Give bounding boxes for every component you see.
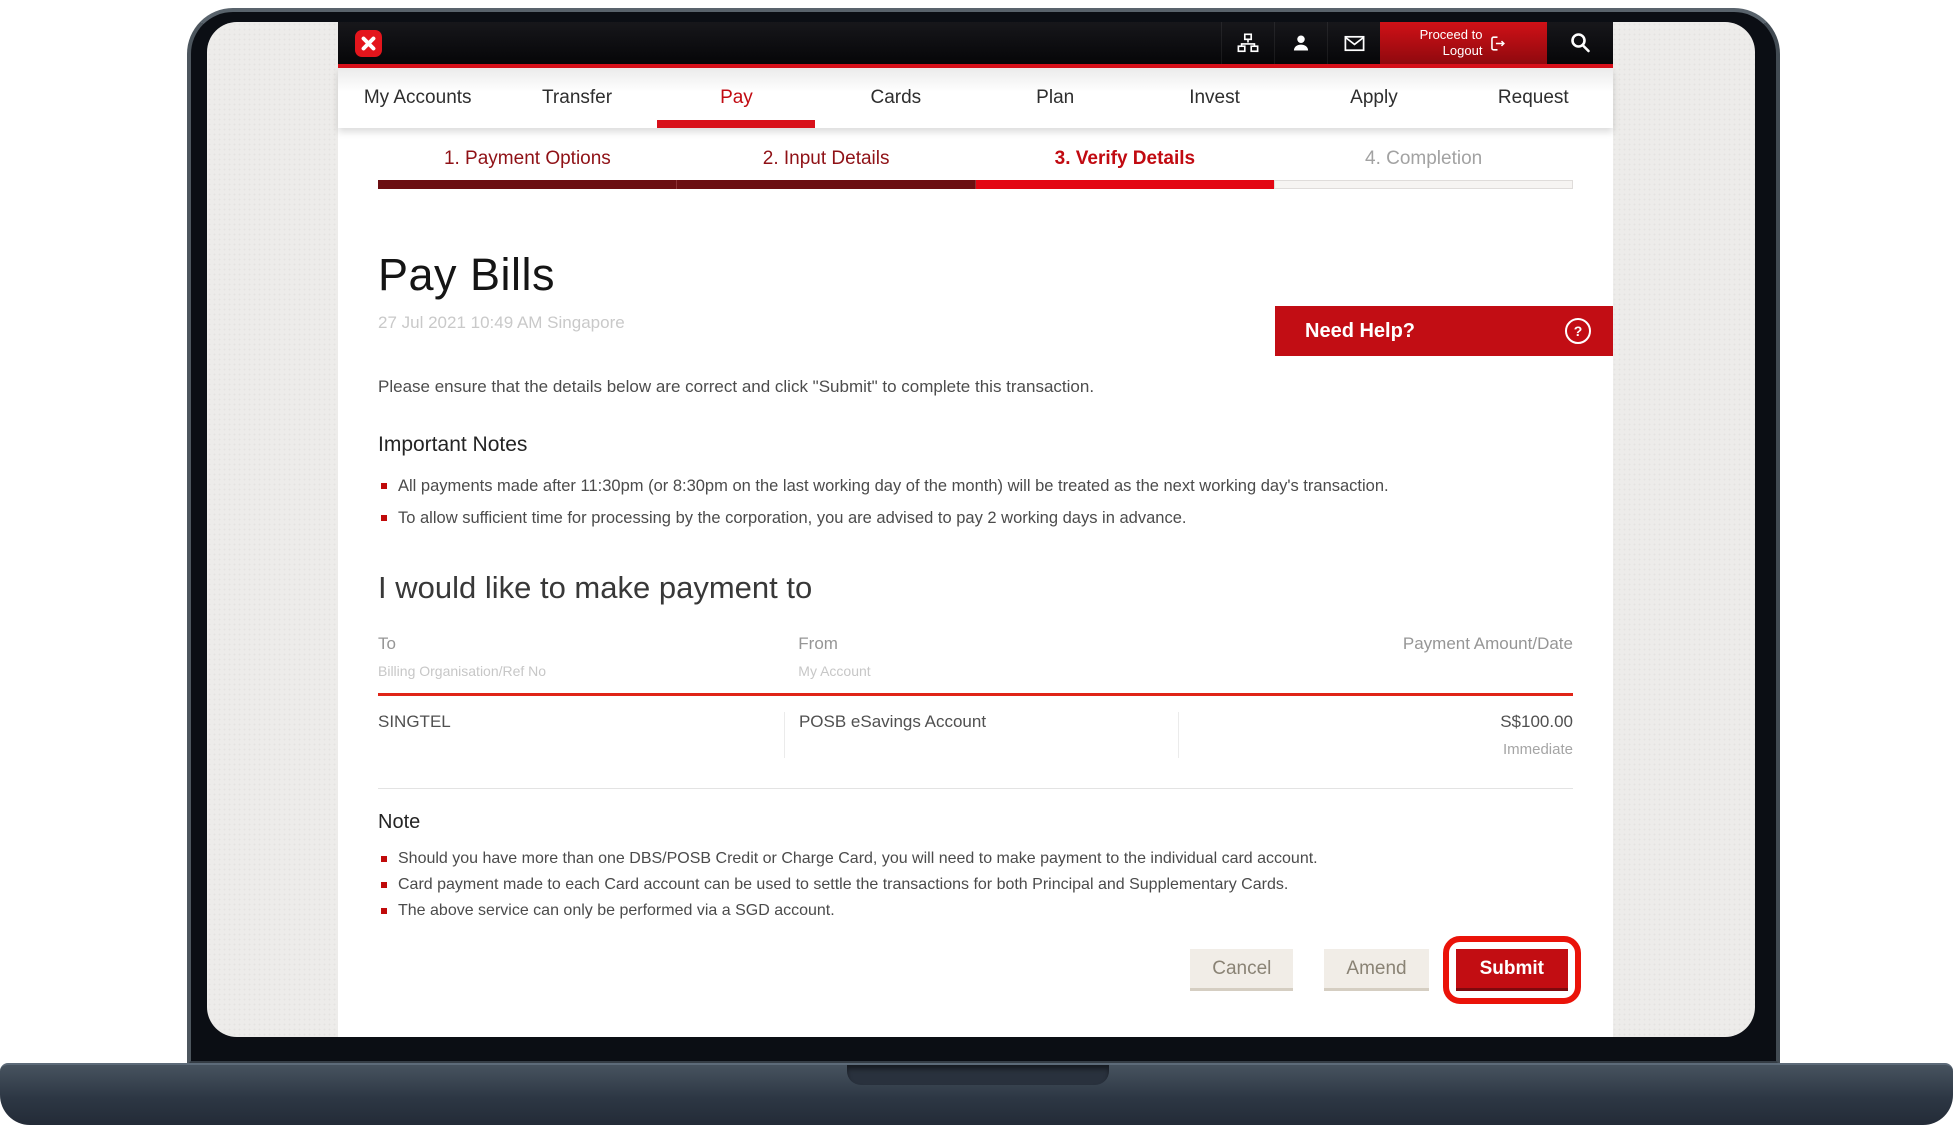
- search-icon[interactable]: [1547, 22, 1613, 64]
- payment-date-value: Immediate: [1179, 741, 1573, 758]
- logo-x-glyph: [360, 35, 377, 52]
- submit-button[interactable]: Submit: [1456, 949, 1568, 991]
- step-label: 1. Payment Options: [378, 148, 677, 180]
- nav-invest[interactable]: Invest: [1135, 68, 1294, 128]
- col-to-subtitle: Billing Organisation/Ref No: [378, 663, 784, 679]
- help-question-icon: ?: [1565, 318, 1591, 344]
- need-help-label: Need Help?: [1305, 320, 1415, 343]
- step-completion: 4. Completion: [1274, 148, 1573, 189]
- step-bar-current: [976, 180, 1275, 189]
- payment-table: To Billing Organisation/Ref No From My A…: [378, 634, 1573, 789]
- note-heading: Note: [378, 811, 1573, 834]
- important-note-item: To allow sufficient time for processing …: [378, 509, 1573, 528]
- page-content: Need Help? ? Pay Bills 27 Jul 2021 10:49…: [338, 249, 1613, 1004]
- laptop-base: [0, 1063, 1953, 1125]
- col-to-title: To: [378, 634, 784, 654]
- proceed-to-logout-button[interactable]: Proceed to Logout: [1380, 22, 1547, 64]
- amount-value: S$100.00: [1179, 712, 1573, 732]
- nav-request[interactable]: Request: [1454, 68, 1613, 128]
- step-label: 4. Completion: [1274, 148, 1573, 180]
- logout-label-line2: Logout: [1420, 43, 1483, 59]
- nav-cards[interactable]: Cards: [816, 68, 975, 128]
- nav-label: Transfer: [542, 87, 612, 109]
- step-bar-done: [378, 180, 677, 189]
- nav-label: Apply: [1350, 87, 1398, 109]
- nav-plan[interactable]: Plan: [976, 68, 1135, 128]
- step-label: 2. Input Details: [677, 148, 976, 180]
- logout-icon: [1488, 34, 1507, 53]
- payee-value: SINGTEL: [378, 712, 784, 732]
- nav-label: My Accounts: [364, 87, 472, 109]
- top-utility-bar: Proceed to Logout: [338, 22, 1613, 64]
- col-from-title: From: [798, 634, 1178, 654]
- step-input-details: 2. Input Details: [677, 148, 976, 189]
- nav-apply[interactable]: Apply: [1294, 68, 1453, 128]
- nav-label: Pay: [720, 87, 753, 109]
- payment-table-header: To Billing Organisation/Ref No From My A…: [378, 634, 1573, 679]
- nav-label: Plan: [1036, 87, 1074, 109]
- active-tab-indicator: [657, 120, 815, 128]
- payment-section-heading: I would like to make payment to: [378, 570, 1573, 606]
- nav-transfer[interactable]: Transfer: [497, 68, 656, 128]
- main-navigation: My Accounts Transfer Pay Cards Plan Inve…: [338, 68, 1613, 128]
- dbs-logo-icon[interactable]: [355, 30, 382, 57]
- sitemap-icon[interactable]: [1221, 22, 1274, 64]
- banking-site: Proceed to Logout: [338, 22, 1613, 1037]
- submit-highlight-annotation: Submit: [1443, 936, 1581, 1004]
- browser-viewport: Proceed to Logout: [207, 22, 1755, 1037]
- mail-icon[interactable]: [1327, 22, 1380, 64]
- laptop-mockup: Proceed to Logout: [0, 0, 1953, 1125]
- note-item: The above service can only be performed …: [378, 902, 1573, 920]
- nav-label: Invest: [1189, 87, 1240, 109]
- need-help-button[interactable]: Need Help? ?: [1275, 306, 1613, 356]
- col-from-subtitle: My Account: [798, 663, 1178, 679]
- action-buttons: Cancel Amend Submit: [378, 936, 1573, 1004]
- page-title: Pay Bills: [378, 249, 1573, 301]
- nav-label: Cards: [870, 87, 921, 109]
- nav-pay[interactable]: Pay: [657, 68, 816, 128]
- table-row: SINGTEL POSB eSavings Account S$100.00 I…: [378, 696, 1573, 789]
- step-payment-options: 1. Payment Options: [378, 148, 677, 189]
- profile-icon[interactable]: [1274, 22, 1327, 64]
- nav-label: Request: [1498, 87, 1569, 109]
- amend-button[interactable]: Amend: [1324, 949, 1428, 991]
- note-item: Should you have more than one DBS/POSB C…: [378, 850, 1573, 868]
- laptop-screen-bezel: Proceed to Logout: [187, 8, 1780, 1065]
- laptop-base-notch: [847, 1065, 1109, 1085]
- instruction-text: Please ensure that the details below are…: [378, 377, 1573, 397]
- step-bar-todo: [1274, 180, 1573, 189]
- important-notes-list: All payments made after 11:30pm (or 8:30…: [378, 477, 1573, 528]
- cancel-button[interactable]: Cancel: [1190, 949, 1293, 991]
- step-verify-details: 3. Verify Details: [976, 148, 1275, 189]
- from-account-value: POSB eSavings Account: [799, 712, 1178, 732]
- progress-steps: 1. Payment Options 2. Input Details 3. V…: [338, 128, 1613, 189]
- step-bar-done: [677, 180, 976, 189]
- nav-my-accounts[interactable]: My Accounts: [338, 68, 497, 128]
- note-list: Should you have more than one DBS/POSB C…: [378, 850, 1573, 920]
- important-notes-heading: Important Notes: [378, 433, 1573, 457]
- step-label: 3. Verify Details: [976, 148, 1275, 180]
- col-amount-title: Payment Amount/Date: [1179, 634, 1573, 654]
- question-glyph: ?: [1574, 323, 1583, 339]
- important-note-item: All payments made after 11:30pm (or 8:30…: [378, 477, 1573, 496]
- logout-label-line1: Proceed to: [1420, 27, 1483, 43]
- note-item: Card payment made to each Card account c…: [378, 876, 1573, 894]
